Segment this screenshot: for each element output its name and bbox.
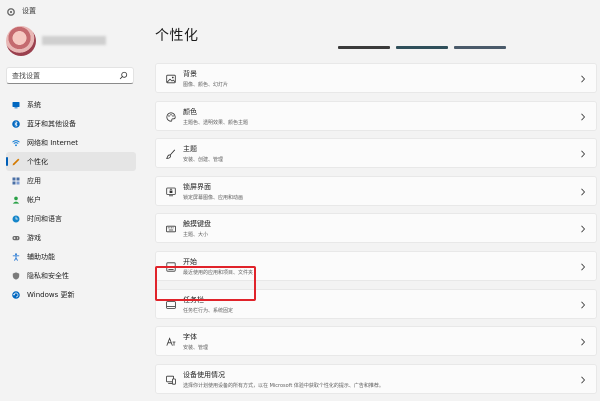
sidebar-item-label: 游戏 [27, 233, 41, 242]
setting-description: 最近使用的应用和项目、文件夹 [183, 269, 254, 276]
setting-description: 锁定屏幕图像、应用和动画 [183, 194, 244, 201]
setting-label: 开始 [183, 257, 197, 266]
globe-clock-icon [12, 215, 20, 222]
setting-label: 设备使用情况 [183, 370, 225, 379]
monitor-icon [12, 101, 20, 108]
sidebar-item-label: 隐私和安全性 [27, 271, 69, 280]
setting-touch-keyboard[interactable]: 触摸键盘 主题、大小 [155, 213, 597, 244]
sidebar-item-windows-update[interactable]: Windows 更新 [6, 285, 136, 304]
setting-label: 触摸键盘 [183, 220, 211, 229]
sidebar-item-label: 辅助功能 [27, 252, 55, 261]
sidebar-item-label: 个性化 [27, 157, 48, 166]
sidebar-item-label: 蓝牙和其他设备 [27, 119, 76, 128]
shield-icon [12, 271, 20, 280]
setting-label: 任务栏 [183, 295, 204, 304]
setting-label: 字体 [183, 333, 197, 342]
setting-description: 安装、创建、管理 [183, 157, 224, 164]
theme-preview-2 [396, 46, 448, 49]
setting-fonts[interactable]: 字体 安装、管理 [155, 326, 597, 357]
taskbar-icon [166, 300, 176, 309]
sidebar-nav: 系统 蓝牙和其他设备 网络和 Internet 个性化 应用 帐户 时间和语言 … [6, 95, 136, 304]
search-box[interactable] [6, 67, 134, 84]
theme-preview-3 [454, 46, 506, 49]
update-icon [12, 290, 20, 299]
lock-screen-icon [166, 187, 176, 196]
setting-background[interactable]: 背景 图像、颜色、幻灯片 [155, 63, 597, 93]
palette-icon [166, 111, 176, 122]
sidebar-item-label: 帐户 [27, 195, 41, 204]
setting-description: 主题色、透明效果、颜色主题 [183, 119, 249, 126]
chevron-right-icon [581, 301, 586, 309]
apps-icon [12, 177, 20, 184]
sidebar-item-time-language[interactable]: 时间和语言 [6, 209, 136, 228]
setting-colors[interactable]: 颜色 主题色、透明效果、颜色主题 [155, 100, 597, 131]
setting-taskbar[interactable]: 任务栏 任务栏行为、系统固定 [155, 288, 597, 319]
sidebar-item-label: 应用 [27, 176, 41, 185]
setting-device-usage[interactable]: 设备使用情况 选择你计划使用设备的所有方式，以在 Microsoft 体验中获取… [155, 363, 597, 394]
setting-description: 任务栏行为、系统固定 [183, 307, 234, 314]
keyboard-icon [166, 226, 176, 233]
chevron-right-icon [581, 338, 586, 346]
image-icon [166, 74, 176, 84]
chevron-right-icon [581, 75, 586, 83]
sidebar-item-bluetooth[interactable]: 蓝牙和其他设备 [6, 114, 136, 133]
setting-description: 安装、管理 [183, 345, 209, 352]
accessibility-icon [12, 252, 20, 261]
sidebar-item-label: 网络和 Internet [27, 138, 79, 147]
sidebar-item-label: Windows 更新 [27, 290, 75, 299]
active-indicator [6, 157, 8, 166]
start-icon [166, 262, 176, 272]
user-profile[interactable] [6, 26, 146, 60]
search-input[interactable] [12, 70, 117, 82]
settings-list: 背景 图像、颜色、幻灯片 颜色 主题色、透明效果、颜色主题 主题 安装、创建、管… [155, 63, 597, 401]
setting-description: 图像、颜色、幻灯片 [183, 82, 229, 88]
setting-themes[interactable]: 主题 安装、创建、管理 [155, 138, 597, 169]
sidebar-item-personalization[interactable]: 个性化 [6, 152, 136, 171]
chevron-right-icon [581, 150, 586, 158]
pen-icon [12, 158, 20, 165]
setting-label: 颜色 [183, 107, 197, 116]
setting-start[interactable]: 开始 最近使用的应用和项目、文件夹 [155, 250, 597, 281]
wifi-icon [12, 139, 20, 146]
chevron-right-icon [581, 113, 586, 121]
setting-description: 主题、大小 [183, 232, 209, 239]
chevron-right-icon [581, 263, 586, 271]
sidebar-item-accessibility[interactable]: 辅助功能 [6, 247, 136, 266]
sidebar-item-privacy[interactable]: 隐私和安全性 [6, 266, 136, 285]
theme-preview-strip [338, 46, 506, 50]
search-icon[interactable] [119, 71, 128, 80]
chevron-right-icon [581, 225, 586, 233]
window-title: 设置 [22, 7, 36, 15]
title-bar: 设置 [0, 0, 600, 24]
sidebar-item-accounts[interactable]: 帐户 [6, 190, 136, 209]
setting-description: 选择你计划使用设备的所有方式，以在 Microsoft 体验中获取个性化的提示、… [183, 382, 384, 389]
font-icon [166, 337, 176, 346]
sidebar-item-network[interactable]: 网络和 Internet [6, 133, 136, 152]
setting-label: 背景 [183, 70, 197, 78]
theme-preview-1 [338, 46, 390, 49]
settings-app-icon [7, 8, 15, 16]
sidebar-item-gaming[interactable]: 游戏 [6, 228, 136, 247]
chevron-right-icon [581, 188, 586, 196]
page-title: 个性化 [155, 28, 199, 44]
username-redacted [42, 36, 106, 45]
device-usage-icon [166, 375, 176, 385]
setting-lock-screen[interactable]: 锁屏界面 锁定屏幕图像、应用和动画 [155, 175, 597, 206]
sidebar-item-apps[interactable]: 应用 [6, 171, 136, 190]
sidebar-item-system[interactable]: 系统 [6, 95, 136, 114]
sidebar-item-label: 系统 [27, 100, 41, 109]
setting-label: 锁屏界面 [183, 182, 211, 191]
bluetooth-icon [12, 119, 20, 128]
setting-label: 主题 [183, 145, 197, 154]
avatar[interactable] [6, 26, 36, 56]
gamepad-icon [12, 235, 20, 240]
brush-icon [166, 149, 176, 159]
person-icon [12, 196, 20, 204]
sidebar-item-label: 时间和语言 [27, 214, 62, 223]
